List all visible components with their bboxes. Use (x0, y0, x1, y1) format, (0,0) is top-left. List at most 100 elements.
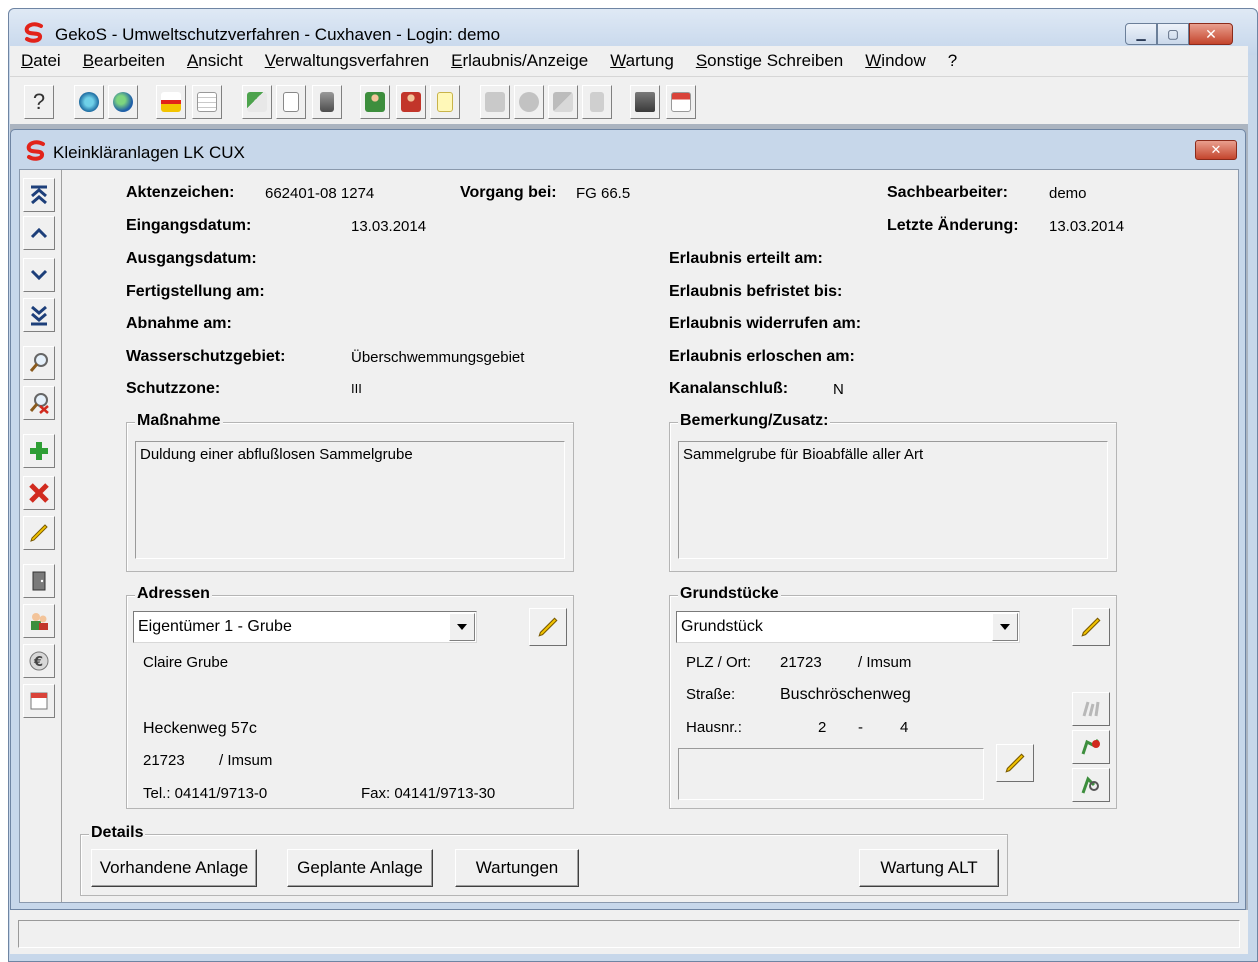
first-record-button[interactable] (23, 178, 55, 212)
delete-record-button[interactable] (23, 476, 55, 510)
delete-disabled-button (582, 85, 612, 119)
blank-document-button[interactable] (276, 85, 306, 119)
menu-verwaltungsverfahren[interactable]: Verwaltungsverfahren (254, 51, 440, 71)
map-disabled-button (1072, 692, 1110, 726)
warning-table-button[interactable] (192, 85, 222, 119)
export-button[interactable] (242, 85, 272, 119)
calendar-button[interactable] (23, 684, 55, 718)
bemerkung-memo[interactable]: Sammelgrube für Bioabfälle aller Art (678, 441, 1108, 559)
edit-grundstueck-memo-button[interactable] (996, 744, 1034, 782)
next-record-button[interactable] (23, 258, 55, 292)
address-name: Claire Grube (143, 654, 229, 671)
menu-window[interactable]: Window (854, 51, 936, 71)
edit-address-button[interactable] (529, 608, 567, 646)
massnahme-memo[interactable]: Duldung einer abflußlosen Sammelgrube (135, 441, 565, 559)
details-group-title: Details (89, 824, 146, 842)
address-fax: Fax: 04141/9713-30 (361, 785, 496, 802)
adressen-selected-value: Eigentümer 1 - Grube (138, 618, 292, 635)
minimize-button[interactable]: ▁ (1125, 23, 1157, 45)
massnahme-text: Duldung einer abflußlosen Sammelgrube (140, 446, 413, 463)
euro-button[interactable]: € (23, 644, 55, 678)
geplante-anlage-button[interactable]: Geplante Anlage (287, 849, 433, 887)
copy-document-button[interactable] (312, 85, 342, 119)
person-green-button[interactable] (360, 85, 390, 119)
menu-ansicht[interactable]: Ansicht (176, 51, 254, 71)
warning-table-icon (197, 92, 217, 112)
document-warning-button[interactable] (156, 85, 186, 119)
svg-text:€: € (33, 655, 43, 670)
persons-button[interactable] (23, 604, 55, 638)
map-search-button[interactable] (1072, 768, 1110, 802)
wartung-alt-button[interactable]: Wartung ALT (859, 849, 999, 887)
edit-record-button[interactable] (23, 516, 55, 550)
massnahme-group-title: Maßnahme (135, 412, 223, 430)
maximize-button[interactable]: ▢ (1157, 23, 1189, 45)
search-globe-button[interactable] (74, 85, 104, 119)
search-clear-icon (29, 393, 49, 414)
address-tel: Tel.: 04141/9713-0 (143, 785, 268, 802)
person-green-icon (365, 92, 385, 112)
help-button[interactable]: ? (24, 85, 54, 119)
cut-disabled-button (548, 85, 578, 119)
info-document-button[interactable] (630, 85, 660, 119)
erlaubnis-erteilt-label: Erlaubnis erteilt am: (669, 250, 823, 267)
paste-disabled-button (514, 85, 544, 119)
erlaubnis-befristet-label: Erlaubnis befristet bis: (669, 283, 843, 300)
grundstueck-plz: 21723 (780, 654, 822, 671)
first-record-icon (31, 185, 47, 205)
chevron-down-icon[interactable] (449, 613, 475, 641)
globe-icon (113, 92, 133, 112)
vorhandene-anlage-button[interactable]: Vorhandene Anlage (91, 849, 257, 887)
search-button[interactable] (23, 346, 55, 380)
previous-record-button[interactable] (23, 216, 55, 250)
menu-datei[interactable]: Datei (10, 51, 72, 71)
note-button[interactable] (430, 85, 460, 119)
delete-disabled-icon (590, 92, 604, 112)
close-button[interactable]: ✕ (1189, 23, 1233, 45)
vorgang-label: Vorgang bei: (460, 184, 557, 201)
last-record-button[interactable] (23, 298, 55, 332)
export-icon (247, 92, 267, 112)
search-globe-icon (79, 92, 99, 112)
door-icon (32, 571, 46, 591)
document-warning-icon (161, 92, 181, 112)
wartungen-button[interactable]: Wartungen (455, 849, 579, 887)
door-button[interactable] (23, 564, 55, 598)
eingangsdatum-label: Eingangsdatum: (126, 217, 252, 234)
grundstuecke-group: Grundstücke Grundstück PLZ / Ort: 21723 … (669, 585, 1117, 809)
menu-help[interactable]: ? (937, 51, 968, 71)
grundstueck-select[interactable]: Grundstück (676, 611, 1020, 643)
window-title: GekoS - Umweltschutzverfahren - Cuxhaven… (55, 25, 501, 44)
bemerkung-group: Bemerkung/Zusatz: Sammelgrube für Bioabf… (669, 412, 1117, 572)
menu-wartung[interactable]: Wartung (599, 51, 685, 71)
persons-icon (31, 613, 48, 630)
person-red-button[interactable] (396, 85, 426, 119)
minimize-icon: ▁ (1136, 27, 1146, 41)
edit-icon (1081, 617, 1101, 637)
grundstueck-memo[interactable] (678, 748, 984, 800)
ausgangsdatum-label: Ausgangsdatum: (126, 250, 257, 267)
chevron-down-icon[interactable] (992, 613, 1018, 641)
calendar-document-button[interactable] (666, 85, 696, 119)
globe-button[interactable] (108, 85, 138, 119)
child-title-bar[interactable]: Kleinkläranlagen LK CUX ✕ (11, 130, 1245, 168)
letzte-aenderung-value: 13.03.2014 (1049, 218, 1125, 235)
info-document-icon (635, 92, 655, 112)
copy-disabled-button (480, 85, 510, 119)
child-close-button[interactable]: ✕ (1195, 140, 1237, 160)
add-record-button[interactable] (23, 434, 55, 468)
schutzzone-label: Schutzzone: (126, 380, 221, 397)
menu-erlaubnis-anzeige[interactable]: Erlaubnis/Anzeige (440, 51, 599, 71)
kanalanschluss-value: N (833, 381, 844, 398)
menu-sonstige-schreiben[interactable]: Sonstige Schreiben (685, 51, 854, 71)
next-record-icon (30, 269, 48, 281)
menu-bar: Datei Bearbeiten Ansicht Verwaltungsverf… (10, 46, 1248, 76)
map-location-button[interactable] (1072, 730, 1110, 764)
map-search-icon (1081, 776, 1099, 794)
edit-grundstueck-button[interactable] (1072, 608, 1110, 646)
menu-bearbeiten[interactable]: Bearbeiten (72, 51, 176, 71)
close-icon: ✕ (1210, 142, 1222, 157)
adressen-select[interactable]: Eigentümer 1 - Grube (133, 611, 477, 643)
gekos-logo-icon (26, 140, 45, 161)
search-clear-button[interactable] (23, 386, 55, 420)
